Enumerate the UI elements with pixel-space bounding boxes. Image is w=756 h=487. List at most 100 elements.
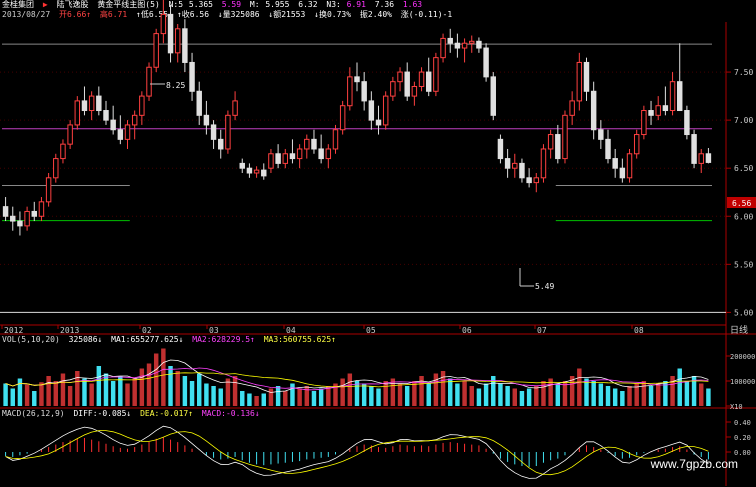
candle[interactable] <box>483 43 489 82</box>
candle[interactable] <box>160 0 167 44</box>
candle[interactable] <box>17 211 23 236</box>
candle[interactable] <box>311 129 317 154</box>
candle[interactable] <box>218 129 224 159</box>
candle[interactable] <box>411 81 418 106</box>
candle[interactable] <box>497 134 504 164</box>
candle[interactable] <box>590 81 597 140</box>
candle[interactable] <box>418 67 425 92</box>
candle[interactable] <box>691 129 697 169</box>
candle[interactable] <box>253 166 260 178</box>
candle[interactable] <box>583 57 590 101</box>
candle[interactable] <box>117 115 124 145</box>
candle[interactable] <box>569 91 575 125</box>
candle[interactable] <box>598 120 604 149</box>
candle[interactable] <box>619 158 626 183</box>
candle[interactable] <box>684 105 690 140</box>
candle[interactable] <box>382 91 389 130</box>
candle[interactable] <box>375 105 382 135</box>
candle[interactable] <box>390 76 396 101</box>
candle[interactable] <box>167 4 174 63</box>
candle[interactable] <box>705 148 712 164</box>
candle[interactable] <box>282 148 289 169</box>
candle[interactable] <box>533 173 540 193</box>
candle[interactable] <box>576 52 583 111</box>
candle[interactable] <box>45 173 52 207</box>
candle[interactable] <box>246 163 253 178</box>
candle[interactable] <box>662 86 669 116</box>
candle[interactable] <box>440 33 446 63</box>
candle[interactable] <box>332 124 339 154</box>
period-button[interactable]: 日线 <box>730 324 748 336</box>
candle[interactable] <box>540 144 547 183</box>
candle[interactable] <box>404 62 410 101</box>
candle[interactable] <box>31 201 37 222</box>
candle[interactable] <box>347 67 353 111</box>
candle[interactable] <box>368 91 375 130</box>
candle[interactable] <box>547 129 554 159</box>
stock-chart[interactable]: 5.00 5.50 6.00 6.50 7.00 7.50 2012 2013 02 03 04 0… <box>0 0 756 487</box>
candle[interactable] <box>562 110 568 164</box>
candle[interactable] <box>512 153 518 178</box>
candle[interactable] <box>698 148 704 173</box>
candle[interactable] <box>555 124 561 164</box>
candle[interactable] <box>519 158 525 183</box>
candle[interactable] <box>81 86 88 116</box>
candle[interactable] <box>225 110 231 154</box>
candle[interactable] <box>196 81 202 125</box>
candle[interactable] <box>60 139 66 164</box>
candle[interactable] <box>182 19 188 73</box>
candle[interactable] <box>633 129 640 159</box>
candle[interactable] <box>96 86 102 116</box>
candle[interactable] <box>110 105 116 135</box>
candle[interactable] <box>153 28 159 73</box>
candle[interactable] <box>2 197 9 222</box>
candle[interactable] <box>203 100 210 135</box>
volume-pane[interactable]: VOL(5,10,20) 325086↓ MA1:655277.625↓ MA2… <box>2 335 755 411</box>
candle[interactable] <box>10 206 16 231</box>
candle[interactable] <box>641 105 647 140</box>
candle[interactable] <box>232 91 238 121</box>
candle[interactable] <box>490 72 496 121</box>
candle[interactable] <box>124 120 131 149</box>
candle[interactable] <box>318 134 324 164</box>
candle[interactable] <box>289 139 296 164</box>
candle[interactable] <box>261 163 267 180</box>
candle[interactable] <box>325 144 332 169</box>
candle[interactable] <box>38 197 45 222</box>
candle[interactable] <box>361 72 367 111</box>
candle[interactable] <box>526 168 532 188</box>
candle[interactable] <box>53 153 59 183</box>
candle[interactable] <box>626 148 633 183</box>
candle[interactable] <box>103 100 109 125</box>
candle[interactable] <box>447 28 453 53</box>
candle[interactable] <box>612 148 618 178</box>
candle[interactable] <box>146 62 152 101</box>
candle[interactable] <box>354 62 360 92</box>
candle[interactable] <box>131 110 138 140</box>
candle[interactable] <box>268 148 274 173</box>
candle[interactable] <box>655 96 661 121</box>
candle[interactable] <box>67 120 73 149</box>
candle[interactable] <box>296 144 303 169</box>
candle[interactable] <box>648 100 654 125</box>
candle[interactable] <box>189 52 195 101</box>
candle[interactable] <box>461 38 468 63</box>
candle[interactable] <box>397 67 403 92</box>
candle[interactable] <box>677 43 683 112</box>
candle[interactable] <box>88 91 95 121</box>
candle[interactable] <box>476 37 482 53</box>
candle[interactable] <box>433 52 439 97</box>
candle[interactable] <box>74 96 81 130</box>
candle[interactable] <box>454 33 461 58</box>
candle[interactable] <box>605 129 611 164</box>
candle[interactable] <box>425 57 432 97</box>
candle[interactable] <box>304 134 310 159</box>
candle[interactable] <box>669 72 676 116</box>
period-label[interactable]: 日线 <box>730 324 748 336</box>
candle[interactable] <box>339 100 346 135</box>
macd-pane[interactable]: MACD(26,12,9) DIFF:-0.085↓ DEA:-0.017↑ M… <box>2 409 751 479</box>
candle[interactable] <box>504 148 511 178</box>
candle[interactable] <box>24 206 30 231</box>
candle[interactable] <box>174 24 181 63</box>
candle[interactable] <box>239 158 245 173</box>
